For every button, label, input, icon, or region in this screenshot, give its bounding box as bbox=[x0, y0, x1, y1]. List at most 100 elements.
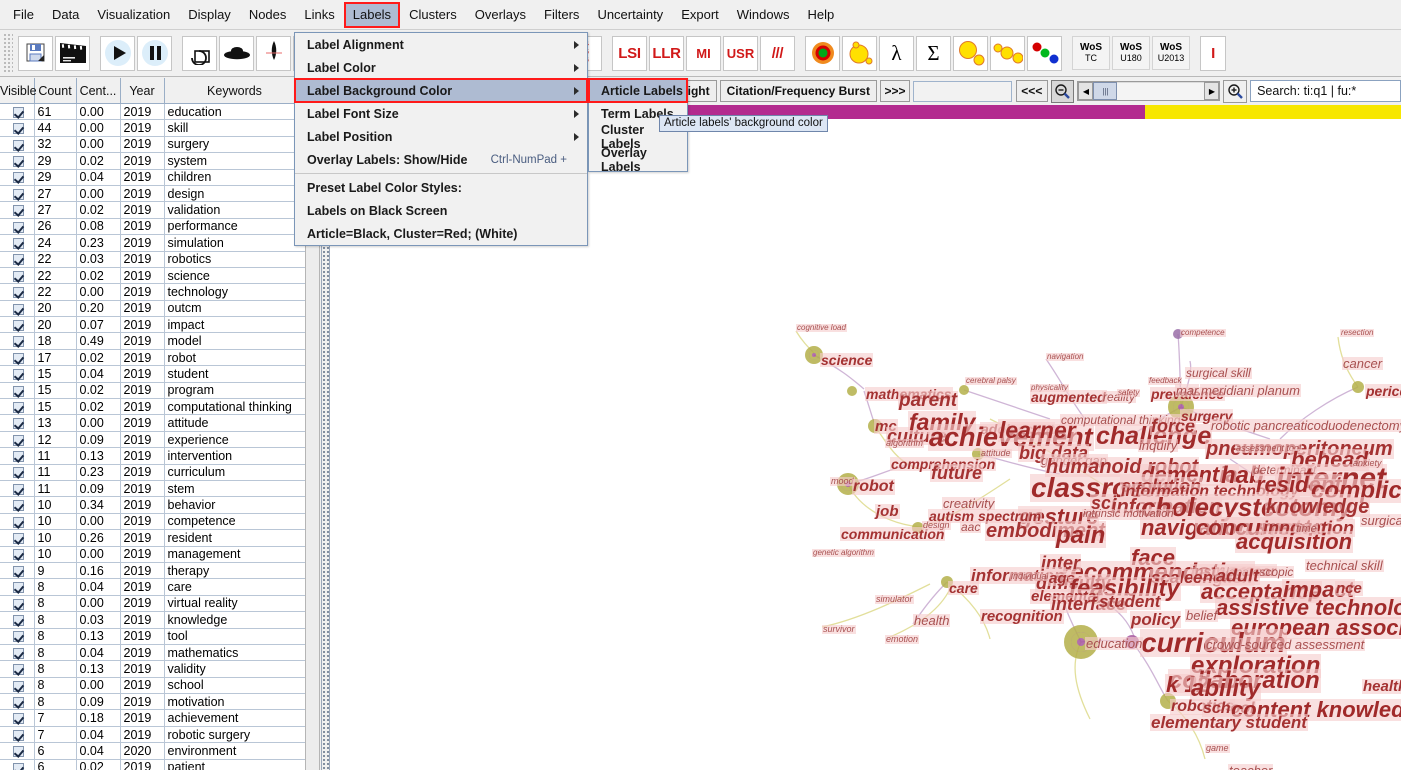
table-row[interactable]: 22 0.00 2019 technology bbox=[0, 283, 305, 301]
table-row[interactable]: 8 0.04 2019 care bbox=[0, 578, 305, 596]
menu-labels[interactable]: Labels bbox=[343, 1, 401, 28]
network-label[interactable]: technical skill bbox=[1305, 559, 1384, 572]
scroll-thumb[interactable]: ||| bbox=[1093, 82, 1118, 100]
menu-visualization[interactable]: Visualization bbox=[88, 2, 179, 28]
labels-dropdown-menu[interactable]: Label Alignment Label Color Label Backgrou… bbox=[294, 32, 588, 246]
visible-checkbox[interactable] bbox=[0, 513, 35, 531]
network-label[interactable]: teacher bbox=[1228, 764, 1274, 770]
table-row[interactable]: 11 0.09 2019 stem bbox=[0, 480, 305, 498]
table-row[interactable]: 8 0.13 2019 tool bbox=[0, 628, 305, 645]
table-row[interactable]: 22 0.02 2019 science bbox=[0, 267, 305, 285]
table-row[interactable]: 26 0.08 2019 performance bbox=[0, 218, 305, 236]
table-row[interactable]: 20 0.20 2019 outcm bbox=[0, 300, 305, 318]
submenu-item-overlay-labels[interactable]: Overlay Labels bbox=[589, 146, 687, 174]
magnifier-plus-icon[interactable] bbox=[1223, 79, 1248, 103]
lsi-button[interactable]: LSI bbox=[612, 35, 647, 71]
visible-checkbox[interactable] bbox=[0, 119, 35, 137]
network-label[interactable]: mar bbox=[1175, 384, 1200, 397]
play-icon[interactable] bbox=[100, 35, 135, 71]
pin-icon[interactable] bbox=[256, 35, 291, 71]
network-label[interactable]: individual bbox=[1010, 572, 1050, 581]
visible-checkbox[interactable] bbox=[0, 742, 35, 760]
rotate-icon[interactable] bbox=[182, 35, 217, 71]
menu-export[interactable]: Export bbox=[672, 2, 728, 28]
network-label[interactable]: future bbox=[930, 464, 983, 482]
menu-filters[interactable]: Filters bbox=[535, 2, 588, 28]
table-row[interactable]: 20 0.07 2019 impact bbox=[0, 316, 305, 334]
table-row[interactable]: 61 0.00 2019 education bbox=[0, 103, 305, 121]
network-label[interactable]: education bbox=[1085, 637, 1144, 650]
network-label[interactable]: cognitive load bbox=[796, 324, 847, 332]
visible-checkbox[interactable] bbox=[0, 578, 35, 596]
table-row[interactable]: 8 0.04 2019 mathematics bbox=[0, 644, 305, 662]
visible-checkbox[interactable] bbox=[0, 234, 35, 252]
table-row[interactable]: 10 0.26 2019 resident bbox=[0, 529, 305, 547]
network-label[interactable]: mood bbox=[830, 477, 855, 486]
network-label[interactable]: survivor bbox=[822, 625, 856, 634]
table-row[interactable]: 29 0.02 2019 system bbox=[0, 152, 305, 170]
visible-checkbox[interactable] bbox=[0, 398, 35, 416]
visible-checkbox[interactable] bbox=[0, 529, 35, 547]
network-label[interactable]: algorithm bbox=[885, 439, 925, 448]
scroll-right-arrow[interactable]: ▶ bbox=[1204, 82, 1220, 100]
table-row[interactable]: 22 0.03 2019 robotics bbox=[0, 251, 305, 268]
visible-checkbox[interactable] bbox=[0, 480, 35, 498]
menu-overlays[interactable]: Overlays bbox=[466, 2, 535, 28]
table-row[interactable]: 11 0.23 2019 curriculum bbox=[0, 464, 305, 481]
visible-checkbox[interactable] bbox=[0, 562, 35, 580]
lambda-icon[interactable]: λ bbox=[879, 35, 914, 71]
network-label[interactable]: belief bbox=[1185, 609, 1219, 622]
visible-checkbox[interactable] bbox=[0, 382, 35, 400]
citation-burst-button[interactable]: Citation/Frequency Burst bbox=[719, 80, 877, 102]
network-label[interactable]: simulator bbox=[875, 595, 914, 604]
table-row[interactable]: 8 0.00 2019 virtual reality bbox=[0, 595, 305, 613]
network-label[interactable]: job bbox=[875, 504, 900, 519]
menu-clusters[interactable]: Clusters bbox=[400, 2, 466, 28]
wos-u2013-button[interactable]: WoS U2013 bbox=[1152, 36, 1190, 70]
visible-checkbox[interactable] bbox=[0, 677, 35, 695]
network-label[interactable]: resection bbox=[1340, 329, 1375, 337]
menu-item-label-alignment[interactable]: Label Alignment bbox=[295, 33, 587, 56]
network-label[interactable]: elementary student bbox=[1150, 714, 1308, 731]
visible-checkbox[interactable] bbox=[0, 251, 35, 268]
two-node-icon[interactable] bbox=[953, 35, 988, 71]
network-label[interactable]: design bbox=[922, 521, 951, 530]
menu-item-preset-label-color-styles[interactable]: Preset Label Color Styles: bbox=[295, 176, 587, 199]
table-row[interactable]: 8 0.00 2019 school bbox=[0, 677, 305, 695]
last-button[interactable]: I bbox=[1200, 35, 1226, 71]
network-label[interactable]: knowledge bbox=[1265, 497, 1371, 517]
visible-checkbox[interactable] bbox=[0, 628, 35, 645]
network-node[interactable] bbox=[847, 386, 857, 396]
table-row[interactable]: 12 0.09 2019 experience bbox=[0, 431, 305, 449]
forward-button[interactable]: >>> bbox=[879, 80, 910, 102]
menu-item-overlay-labels-show-hide[interactable]: Overlay Labels: Show/Hide Ctrl-NumPad + bbox=[295, 148, 587, 171]
network-label[interactable]: cancer bbox=[1342, 357, 1384, 370]
menu-data[interactable]: Data bbox=[43, 2, 88, 28]
menu-uncertainty[interactable]: Uncertainty bbox=[588, 2, 672, 28]
table-row[interactable]: 24 0.23 2019 simulation bbox=[0, 234, 305, 252]
visible-checkbox[interactable] bbox=[0, 611, 35, 629]
table-row[interactable]: 27 0.00 2019 design bbox=[0, 185, 305, 203]
visible-checkbox[interactable] bbox=[0, 169, 35, 186]
scroll-left-arrow[interactable]: ◀ bbox=[1078, 82, 1094, 100]
llr-button[interactable]: LLR bbox=[649, 35, 684, 71]
network-label[interactable]: game bbox=[1205, 744, 1230, 753]
column-header-keywords[interactable]: Keywords bbox=[164, 78, 305, 104]
zoom-scrollbar[interactable]: ◀ ||| ▶ bbox=[1077, 81, 1221, 101]
table-row[interactable]: 10 0.34 2019 behavior bbox=[0, 496, 305, 514]
table-row[interactable]: 18 0.49 2019 model bbox=[0, 332, 305, 350]
menu-item-article-black-cluster-red-white[interactable]: Article=Black, Cluster=Red; (White) bbox=[295, 222, 587, 245]
table-row[interactable]: 44 0.00 2019 skill bbox=[0, 119, 305, 137]
network-label[interactable]: policy bbox=[1130, 611, 1182, 628]
visible-checkbox[interactable] bbox=[0, 414, 35, 432]
table-row[interactable]: 17 0.02 2019 robot bbox=[0, 349, 305, 367]
search-input[interactable]: Search: ti:q1 | fu:* bbox=[1250, 80, 1401, 102]
menu-item-labels-on-black-screen[interactable]: Labels on Black Screen bbox=[295, 199, 587, 222]
network-label[interactable]: science bbox=[820, 353, 874, 367]
table-row[interactable]: 7 0.18 2019 achievement bbox=[0, 709, 305, 727]
network-label[interactable]: pain bbox=[1055, 524, 1107, 548]
network-label[interactable]: aac bbox=[960, 521, 982, 533]
network-label[interactable]: cerebral palsy bbox=[965, 377, 1017, 385]
table-row[interactable]: 8 0.03 2019 knowledge bbox=[0, 611, 305, 629]
visible-checkbox[interactable] bbox=[0, 726, 35, 744]
